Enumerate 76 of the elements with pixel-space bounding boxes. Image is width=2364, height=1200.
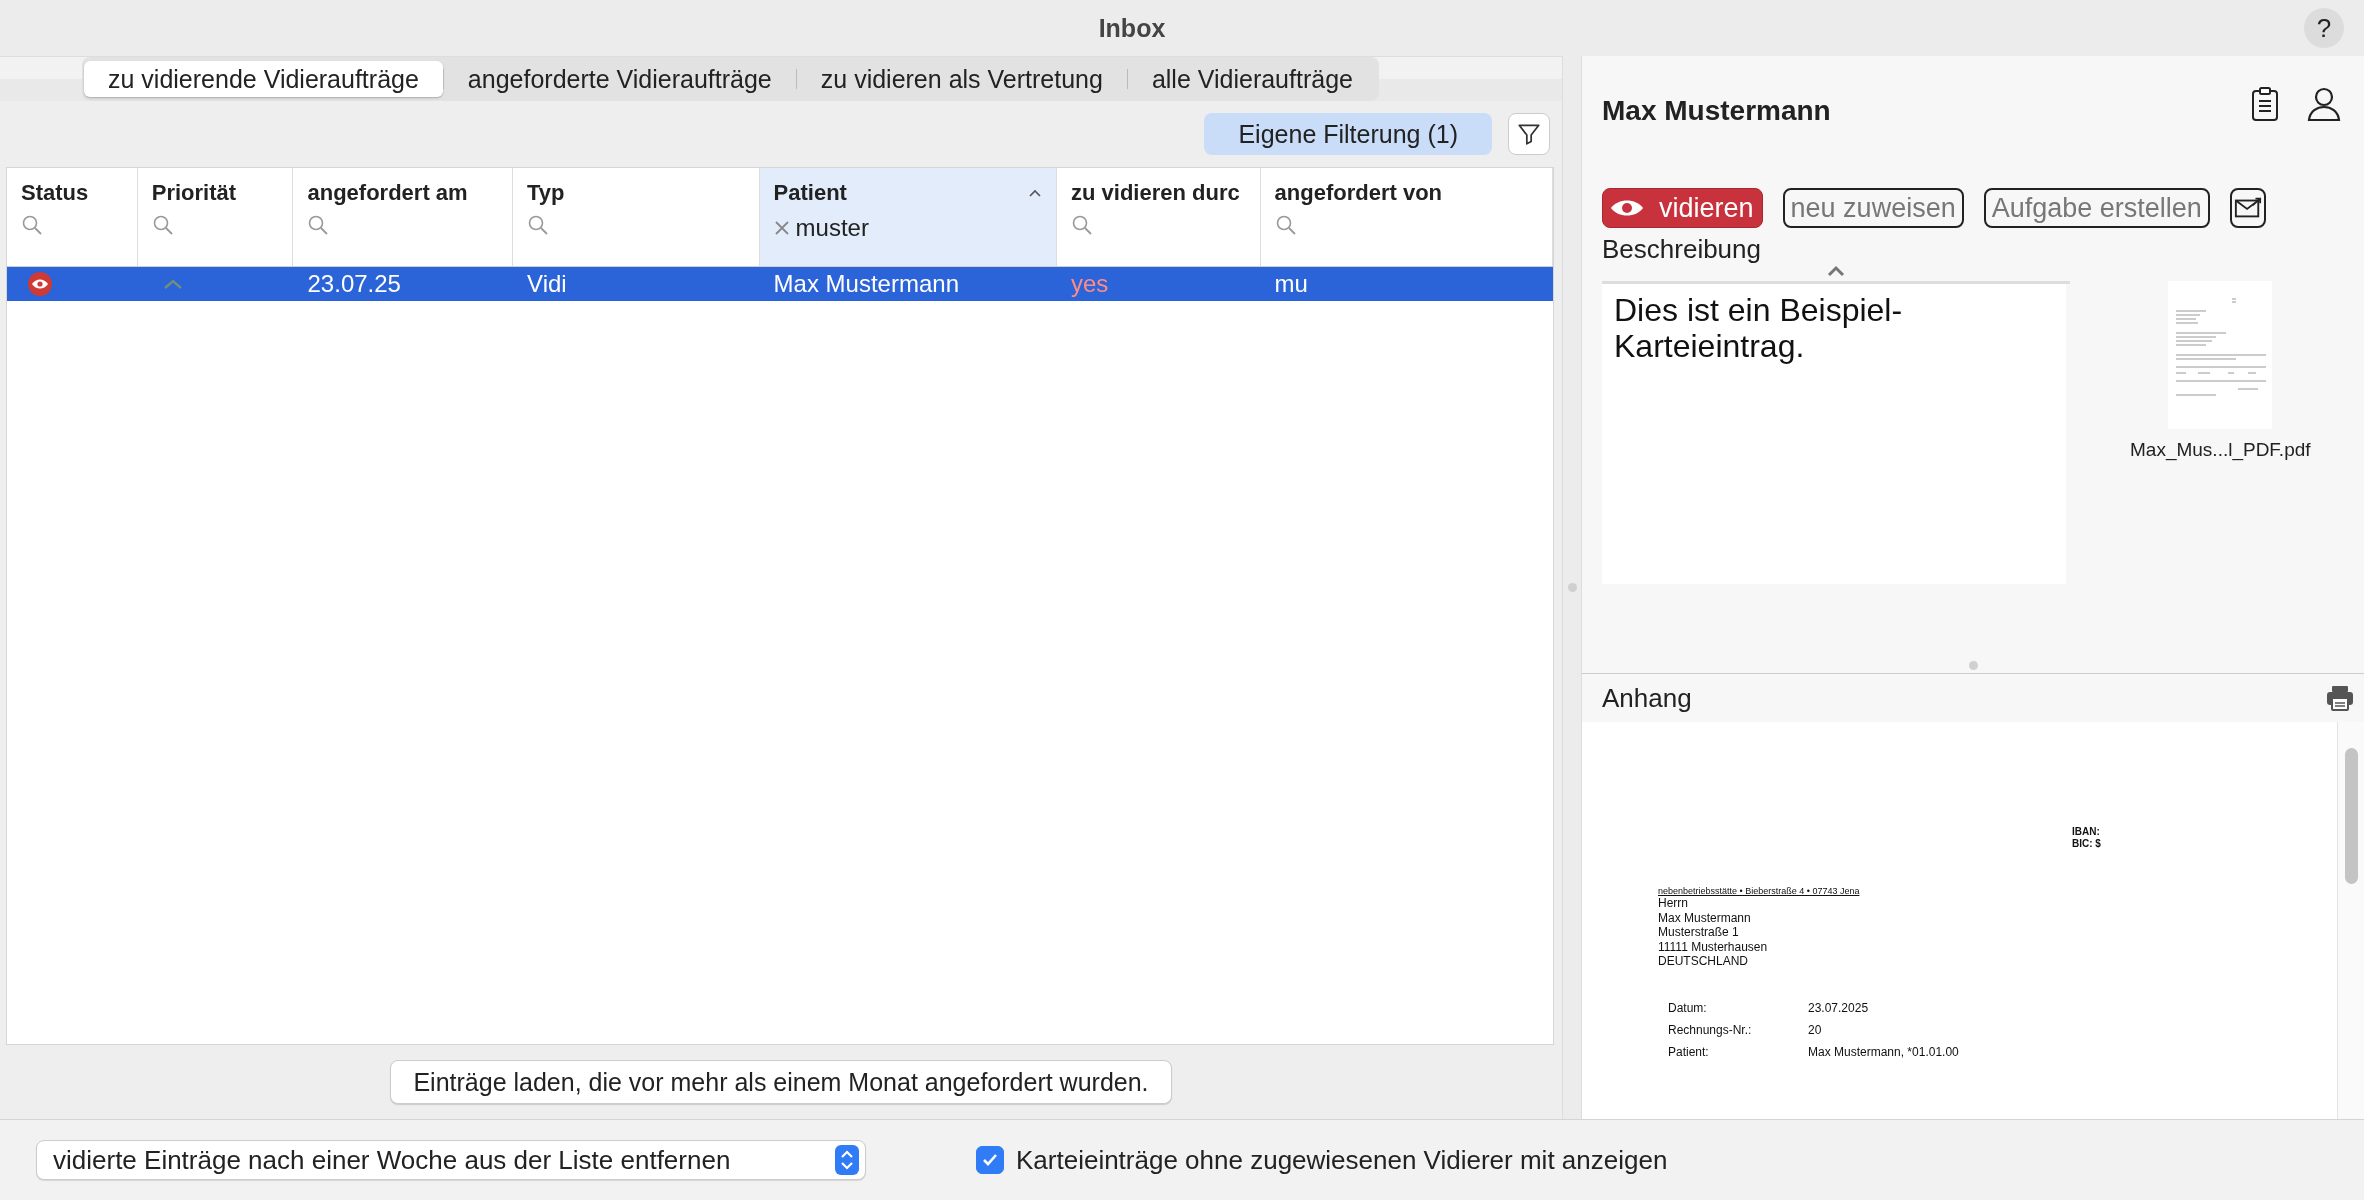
column-header[interactable]: angefordert am — [293, 168, 514, 266]
field-label: Datum: — [1668, 1000, 1708, 1015]
help-button[interactable]: ? — [2304, 8, 2344, 48]
table-row[interactable]: 23.07.25 Vidi Max Mustermann yes mu — [7, 267, 1553, 301]
eye-icon — [27, 271, 53, 297]
collapse-icon[interactable] — [1826, 265, 1846, 277]
file-name[interactable]: Max_Mus...l_PDF.pdf — [2130, 439, 2311, 461]
search-icon[interactable] — [21, 214, 43, 236]
column-header[interactable]: angefordert von — [1260, 168, 1553, 266]
field-label: Rechnungs-Nr.: — [1668, 1022, 1753, 1037]
column-header[interactable]: Patient muster — [759, 168, 1057, 266]
patient-name: Max Mustermann — [1602, 94, 1831, 127]
column-title: Patient — [773, 180, 847, 206]
table-cell: mu — [1274, 270, 1308, 298]
filter-button[interactable] — [1508, 113, 1550, 155]
search-icon[interactable] — [1071, 214, 1093, 236]
vidieren-button[interactable]: vidieren — [1602, 188, 1763, 228]
split-handle[interactable] — [1968, 660, 1978, 670]
address-line: DEUTSCHLAND — [1658, 954, 1749, 969]
send-mail-button[interactable] — [2229, 188, 2266, 228]
tab[interactable]: alle Vidieraufträge — [1127, 61, 1377, 97]
custom-filter-button[interactable]: Eigene Filterung (1) — [1204, 113, 1492, 155]
field-value: Max Mustermann, *01.01.00 — [1808, 1044, 1959, 1059]
clear-icon[interactable] — [773, 220, 790, 236]
search-icon[interactable] — [527, 214, 550, 236]
description-text: Dies ist ein Beispiel-Karteieintrag. — [1602, 284, 2066, 584]
column-title: angefordert am — [307, 180, 468, 206]
column-title: zu vidieren durc — [1071, 180, 1240, 206]
bank-text: BIC: $ — [2072, 838, 2101, 850]
search-icon[interactable] — [307, 214, 330, 236]
checkbox[interactable] — [976, 1146, 1004, 1174]
table-cell: Max Mustermann — [773, 270, 959, 298]
load-older-button[interactable]: Einträge laden, die vor mehr als einem Monat angefordert wurden. — [390, 1060, 1172, 1104]
tab[interactable]: zu vidieren als Vertretung — [796, 61, 1127, 97]
column-title: angefordert von — [1274, 180, 1443, 206]
address-line: Musterstraße 1 — [1658, 925, 1740, 940]
window-title: Inbox — [1098, 13, 1166, 43]
column-header[interactable]: Status — [7, 168, 138, 266]
column-header[interactable]: Typ — [513, 168, 760, 266]
split-handle[interactable] — [1567, 583, 1577, 592]
table-cell: 23.07.25 — [307, 270, 401, 298]
table-cell: yes — [1071, 270, 1109, 298]
document-thumbnail-drawing[interactable] — [2168, 281, 2273, 429]
person-icon[interactable] — [2306, 86, 2342, 122]
column-title: Typ — [527, 180, 565, 206]
checkbox-label[interactable]: Karteieinträge ohne zugewiesenen Vidierer mit anzeigen — [1016, 1144, 1668, 1176]
clipboard-icon[interactable] — [2250, 86, 2280, 122]
tab[interactable]: zu vidierende Vidieraufträge — [84, 61, 443, 97]
attachment-title: Anhang — [1602, 682, 1692, 714]
column-header[interactable]: zu vidieren durc — [1057, 168, 1261, 266]
action-button[interactable]: Aufgabe erstellen — [1983, 188, 2210, 228]
column-title: Status — [21, 180, 89, 206]
tab[interactable]: angeforderte Vidieraufträge — [443, 61, 796, 97]
bank-text: IBAN: — [2072, 826, 2101, 838]
address-line: Max Mustermann — [1658, 910, 1752, 925]
funnel-icon — [1516, 121, 1542, 147]
search-icon[interactable] — [151, 214, 174, 236]
column-filter-value[interactable]: muster — [795, 214, 869, 242]
column-title: Priorität — [151, 180, 237, 206]
select-field[interactable]: vidierte Einträge nach einer Woche aus der Liste entfernen — [36, 1140, 866, 1180]
description-label: Beschreibung — [1602, 234, 1762, 265]
column-header[interactable]: Priorität — [137, 168, 294, 266]
address-line: Herrn — [1658, 896, 1689, 911]
field-value: 20 — [1808, 1022, 1822, 1037]
search-icon[interactable] — [1274, 214, 1297, 236]
envelope-icon — [2233, 197, 2262, 219]
stepper-icon — [835, 1145, 859, 1175]
sender-line: nebenbetriebsstätte • Bieberstraße 4 • 07743 Jena — [1658, 886, 1860, 896]
field-label: Patient: — [1668, 1044, 1710, 1059]
sort-caret-icon — [1028, 188, 1042, 198]
table-cell: Vidi — [527, 270, 567, 298]
field-value: 23.07.2025 — [1808, 1000, 1869, 1015]
scrollbar-thumb[interactable] — [2344, 748, 2358, 884]
address-line: 11111 Musterhausen — [1658, 939, 1769, 954]
action-button[interactable]: neu zuweisen — [1782, 188, 1964, 228]
printer-icon[interactable] — [2326, 685, 2354, 711]
